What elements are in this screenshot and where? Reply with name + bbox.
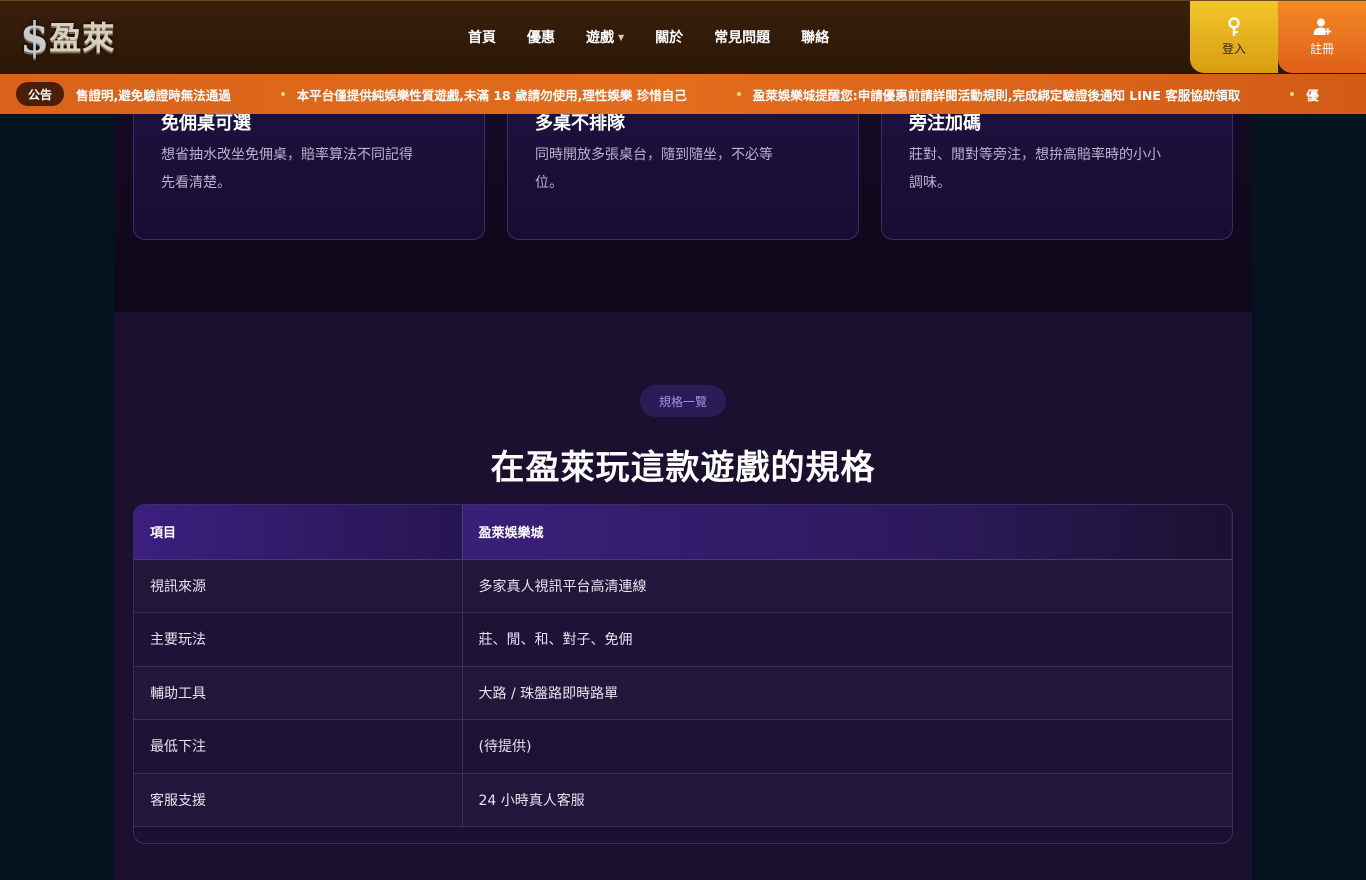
register-label: 註冊 — [1309, 42, 1334, 56]
announcement-message: 本平台僅提供純娛樂性質遊戲,未滿 18 歲請勿使用,理性娛樂 珍惜自己 — [296, 87, 687, 103]
section-pill-badge: 規格一覽 — [640, 385, 726, 417]
feature-description-line: 位。 — [535, 175, 563, 191]
feature-description: 想省抽水改坐免佣桌，賠率算法不同記得 先看清楚。 — [161, 141, 458, 197]
table-header-item: 項目 — [134, 505, 463, 560]
main-content: 免佣桌可選 想省抽水改坐免佣桌，賠率算法不同記得 先看清楚。 多桌不排隊 同時開… — [114, 74, 1252, 880]
feature-description-line: 莊對、閒對等旁注，想拚高賠率時的小小 — [909, 147, 1161, 163]
chevron-down-icon: ▼ — [618, 32, 625, 42]
feature-description-line: 調味。 — [909, 175, 951, 191]
table-header-row: 項目 盈萊娛樂城 — [134, 505, 1232, 560]
bullet-dot-icon — [280, 92, 285, 96]
nav-item-games-label: 遊戲 — [586, 30, 614, 46]
table-cell-value: (待提供) — [462, 719, 1232, 774]
table-cell-value: 大路 / 珠盤路即時路單 — [462, 666, 1232, 720]
feature-description-line: 先看清楚。 — [161, 175, 231, 191]
feature-description-line: 同時開放多張桌台，隨到隨坐，不必等 — [535, 147, 773, 163]
site-header: $ 盈萊 首頁 優惠 遊戲 ▼ 關於 常見問題 聯絡 登入 註冊 — [0, 0, 1366, 74]
section-title: 在盈萊玩這款遊戲的規格 — [490, 448, 876, 488]
nav-item-faq[interactable]: 常見問題 — [714, 27, 770, 47]
table-row: 輔助工具 大路 / 珠盤路即時路單 — [134, 666, 1232, 720]
nav-item-about[interactable]: 關於 — [655, 27, 683, 47]
spec-table-grid: 項目 盈萊娛樂城 視訊來源 多家真人視訊平台高清連線 主要玩法 莊、閒、和、對子… — [134, 505, 1232, 827]
login-button[interactable]: 登入 — [1190, 1, 1278, 73]
spec-section: 規格一覽 在盈萊玩這款遊戲的規格 項目 盈萊娛樂城 視訊來源 多家真人視訊平台高… — [114, 312, 1252, 880]
nav-item-home[interactable]: 首頁 — [468, 27, 496, 47]
feature-description: 同時開放多張桌台，隨到隨坐，不必等 位。 — [535, 141, 832, 197]
table-cell-label: 視訊來源 — [134, 559, 463, 613]
register-button[interactable]: 註冊 — [1278, 1, 1366, 73]
feature-description: 莊對、閒對等旁注，想拚高賠率時的小小 調味。 — [909, 141, 1206, 197]
site-logo[interactable]: $ 盈萊 — [20, 15, 115, 61]
announcement-bar: 公告 售證明,避免驗證時無法通過 本平台僅提供純娛樂性質遊戲,未滿 18 歲請勿… — [0, 74, 1366, 114]
main-nav: 首頁 優惠 遊戲 ▼ 關於 常見問題 聯絡 — [468, 1, 860, 73]
table-cell-label: 主要玩法 — [134, 612, 463, 667]
table-row: 主要玩法 莊、閒、和、對子、免佣 — [134, 612, 1232, 667]
table-row: 視訊來源 多家真人視訊平台高清連線 — [134, 559, 1232, 613]
table-cell-label: 輔助工具 — [134, 666, 463, 720]
table-row: 客服支援 24 小時真人客服 — [134, 773, 1232, 827]
announcement-message: 優 — [1306, 87, 1319, 103]
table-cell-value: 多家真人視訊平台高清連線 — [462, 559, 1232, 613]
table-row: 最低下注 (待提供) — [134, 719, 1232, 774]
nav-item-games[interactable]: 遊戲 ▼ — [586, 27, 624, 47]
login-label: 登入 — [1221, 42, 1246, 56]
announcement-track: 售證明,避免驗證時無法通過 本平台僅提供純娛樂性質遊戲,未滿 18 歲請勿使用,… — [76, 74, 1319, 114]
spec-table: 項目 盈萊娛樂城 視訊來源 多家真人視訊平台高清連線 主要玩法 莊、閒、和、對子… — [133, 504, 1233, 844]
logo-text: 盈萊 — [49, 19, 116, 57]
announcement-badge: 公告 — [16, 82, 64, 106]
table-cell-value: 24 小時真人客服 — [462, 773, 1232, 827]
logo-dollar-symbol: $ — [20, 13, 50, 62]
table-header-platform: 盈萊娛樂城 — [462, 505, 1232, 560]
nav-item-promotions[interactable]: 優惠 — [527, 27, 555, 47]
feature-description-line: 想省抽水改坐免佣桌，賠率算法不同記得 — [161, 147, 413, 163]
key-icon — [1228, 17, 1240, 36]
table-cell-label: 最低下注 — [134, 719, 463, 774]
announcement-message: 售證明,避免驗證時無法通過 — [76, 87, 231, 103]
add-user-icon — [1313, 18, 1332, 35]
bullet-dot-icon — [736, 92, 741, 96]
bullet-dot-icon — [1290, 92, 1295, 96]
features-section: 免佣桌可選 想省抽水改坐免佣桌，賠率算法不同記得 先看清楚。 多桌不排隊 同時開… — [114, 74, 1252, 312]
nav-item-contact[interactable]: 聯絡 — [801, 27, 829, 47]
table-cell-label: 客服支援 — [134, 773, 463, 827]
table-cell-value: 莊、閒、和、對子、免佣 — [462, 612, 1232, 667]
announcement-message: 盈萊娛樂城提醒您:申請優惠前請詳閱活動規則,完成綁定驗證後通知 LINE 客服協… — [752, 87, 1241, 103]
